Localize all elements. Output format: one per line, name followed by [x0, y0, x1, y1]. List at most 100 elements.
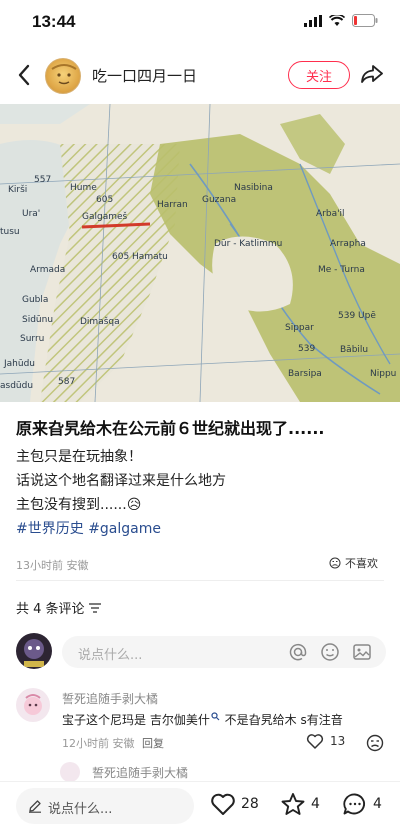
post-image-map[interactable]: Kirši 557 Hume 605 Galgameš Harran Nasib… [0, 104, 400, 402]
dislike-face-icon [366, 734, 384, 752]
avatar-character-icon [24, 639, 44, 667]
map-label: Nasibina [234, 183, 273, 193]
reply-avatar[interactable] [60, 762, 80, 782]
status-bar: 13:44 [0, 0, 400, 46]
map-label: Kirši [8, 184, 27, 195]
comment-dislike-button[interactable] [366, 734, 384, 756]
comment-text: 宝子这个尼玛是 吉尔伽美什 不是旮旯给木 s有注音 [62, 711, 343, 728]
commenter-name[interactable]: 誓死追随手剥大橘 [62, 690, 158, 707]
comment-like-button[interactable]: 13 [306, 733, 345, 749]
comment-like-count: 13 [330, 734, 346, 748]
map-label: Jahūdu [3, 359, 35, 369]
avatar-character-icon [24, 694, 42, 715]
collect-count: 4 [311, 796, 320, 812]
post-title: 原来旮旯给木在公元前６世纪就出现了...... [16, 419, 325, 438]
map-label: Sidūnu [22, 315, 53, 325]
status-icons [304, 14, 378, 27]
map-label: Barsipa [288, 369, 322, 379]
image-button[interactable] [352, 642, 372, 666]
comment-sort[interactable]: 共 4 条评论 [16, 598, 101, 617]
image-icon [353, 644, 371, 660]
divider [16, 580, 384, 581]
commenter-avatar[interactable] [16, 688, 50, 722]
map-label: Hume [70, 183, 97, 193]
like-count: 28 [241, 796, 259, 812]
post-tags: #世界历史 #galgame [16, 517, 226, 541]
author-avatar[interactable] [45, 58, 81, 94]
map-label: Sippar [285, 323, 314, 333]
search-keyword-icon[interactable] [211, 712, 220, 721]
post-line: 话说这个地名翻译过来是什么地方 [16, 473, 226, 489]
hashtag-link[interactable]: #galgame [88, 521, 161, 537]
map-label: Dimašqa [80, 316, 120, 327]
post-meta: 13小时前 安徽 [16, 559, 89, 572]
dislike-label: 不喜欢 [345, 557, 378, 570]
dislike-icon [329, 557, 341, 569]
follow-button[interactable]: 关注 [288, 61, 350, 89]
bottom-comment-input[interactable]: 说点什么... [16, 788, 194, 824]
my-avatar [16, 633, 52, 669]
status-time: 13:44 [32, 12, 76, 31]
comment-meta: 12小时前 安徽 回复 [62, 735, 164, 751]
mention-button[interactable] [288, 642, 308, 666]
map-label: Me - Turna [318, 265, 365, 275]
map-label: Arba'il [316, 209, 345, 219]
comment-input-placeholder: 说点什么... [78, 648, 143, 663]
map-label: Ura' [22, 209, 40, 219]
post-line: 主包只是在玩抽象！ [16, 449, 142, 465]
pencil-icon [29, 800, 41, 813]
dislike-button[interactable]: 不喜欢 [329, 555, 378, 571]
battery-icon [352, 14, 378, 27]
emoji-button[interactable] [320, 642, 340, 666]
post-line: 主包没有搜到......😥 [16, 497, 142, 513]
comment-bubble-icon [343, 793, 366, 815]
post-header: 吃一口四月一日 关注 [0, 52, 400, 98]
historical-map: Kirši 557 Hume 605 Galgameš Harran Nasib… [0, 104, 400, 402]
map-label: 587 [58, 377, 75, 387]
map-label: Bābilu [340, 345, 368, 355]
avatar-face-icon [51, 64, 77, 85]
map-label: asdūdu [0, 381, 33, 391]
star-icon [281, 793, 305, 815]
bottom-action-bar: 说点什么... 28 4 4 [0, 782, 400, 833]
author-name[interactable]: 吃一口四月一日 [92, 65, 197, 86]
wifi-icon [329, 14, 345, 26]
like-button[interactable]: 28 [210, 792, 259, 816]
collect-button[interactable]: 4 [280, 792, 320, 816]
map-label: Nippu [370, 369, 396, 379]
comment-input[interactable]: 说点什么... [62, 636, 386, 668]
map-label: Gubla [22, 295, 48, 305]
map-label: tusu [0, 227, 20, 237]
emoji-icon [321, 643, 339, 661]
map-label: 605 Hamatu [112, 252, 168, 262]
comment-total: 4 [373, 796, 382, 812]
map-label: Armada [30, 265, 65, 275]
map-label: 557 [34, 175, 51, 185]
bottom-input-placeholder: 说点什么... [48, 802, 113, 817]
comments-button[interactable]: 4 [342, 792, 382, 816]
sort-icon [88, 602, 101, 613]
comment-text-part: 不是旮旯给木 s有注音 [220, 713, 343, 727]
heart-icon [211, 793, 235, 815]
back-button[interactable] [12, 62, 36, 88]
share-icon [361, 65, 383, 83]
reply-button[interactable]: 回复 [142, 737, 164, 750]
comment-text-part: 宝子这个尼玛是 吉尔伽美什 [62, 713, 210, 727]
share-button[interactable] [360, 63, 384, 89]
map-label: Surru [20, 334, 44, 344]
map-label: 605 [96, 195, 113, 205]
post-body: 主包只是在玩抽象！ 话说这个地名翻译过来是什么地方 主包没有搜到......😥 … [16, 445, 226, 541]
map-label: 539 Upē [338, 311, 376, 321]
at-icon [289, 643, 307, 661]
comment-count-label: 共 4 条评论 [16, 602, 85, 617]
map-label: Arrapha [330, 239, 366, 249]
chevron-left-icon [18, 64, 30, 86]
reply-name[interactable]: 誓死追随手剥大橘 [92, 764, 188, 781]
map-label: Guzana [202, 195, 236, 205]
map-label: Harran [157, 200, 188, 210]
signal-icon [304, 14, 322, 27]
hashtag-link[interactable]: #世界历史 [16, 521, 84, 537]
heart-icon [306, 734, 324, 749]
map-label: Dūr - Katlimmu [214, 239, 282, 249]
comment-time: 12小时前 安徽 [62, 737, 135, 750]
